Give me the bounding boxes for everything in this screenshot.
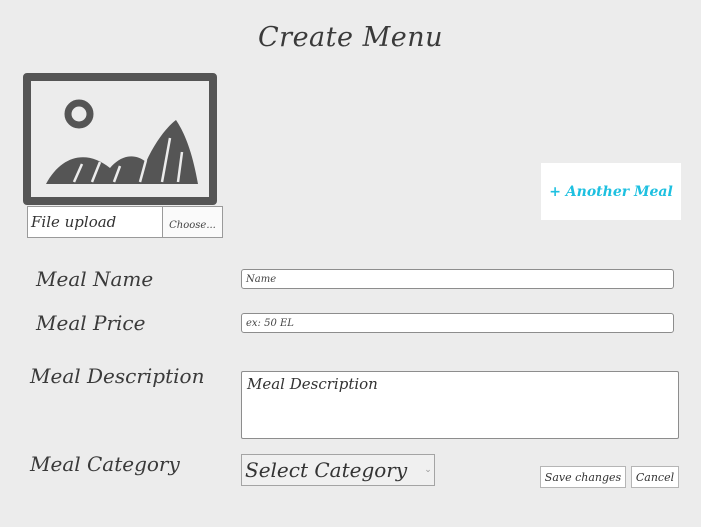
meal-price-input[interactable]: ex: 50 EL — [241, 313, 674, 333]
meal-name-label: Meal Name — [36, 267, 154, 291]
file-upload-label: File upload — [31, 213, 117, 231]
meal-description-textarea[interactable]: Meal Description — [241, 371, 679, 439]
chevron-down-icon: ⌄ — [424, 465, 432, 475]
choose-file-button[interactable]: Choose... — [162, 207, 222, 237]
cancel-button[interactable]: Cancel — [631, 466, 679, 488]
image-placeholder-icon[interactable] — [22, 72, 218, 206]
page-title: Create Menu — [258, 22, 443, 53]
meal-description-label: Meal Description — [30, 364, 205, 388]
save-changes-button[interactable]: Save changes — [540, 466, 626, 488]
meal-category-label: Meal Category — [30, 452, 180, 476]
file-upload-field[interactable]: File upload Choose... — [27, 206, 223, 238]
meal-price-label: Meal Price — [36, 311, 146, 335]
add-another-meal-button[interactable]: + Another Meal — [541, 163, 681, 220]
meal-name-input[interactable]: Name — [241, 269, 674, 289]
meal-category-select[interactable]: Select Category ⌄ — [241, 454, 435, 486]
meal-category-selected: Select Category — [245, 458, 408, 482]
